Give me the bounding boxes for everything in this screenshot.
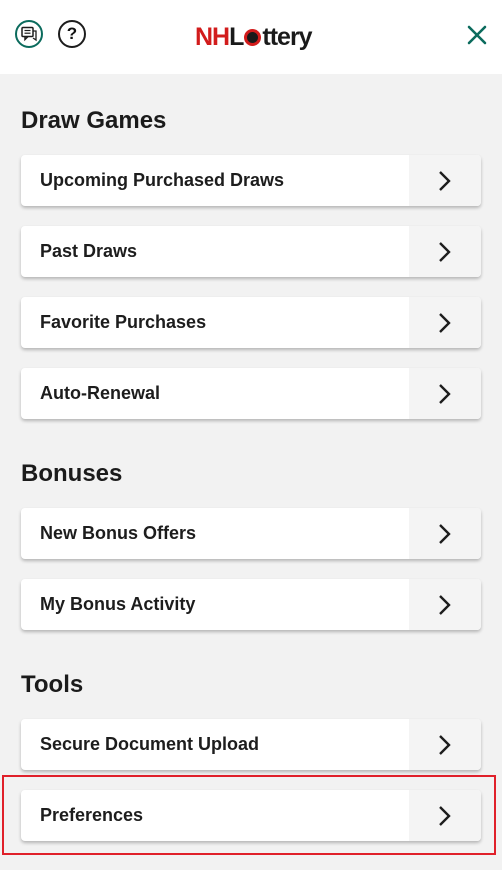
help-icon: ? (66, 24, 78, 43)
chevron-right-icon (409, 155, 481, 206)
menu-item-past-draws[interactable]: Past Draws (21, 226, 481, 277)
menu-item-favorite-purchases[interactable]: Favorite Purchases (21, 297, 481, 348)
menu-item-my-bonus-activity[interactable]: My Bonus Activity (21, 579, 481, 630)
menu-item-new-bonus-offers[interactable]: New Bonus Offers (21, 508, 481, 559)
chevron-right-icon (409, 297, 481, 348)
help-button[interactable]: ? (58, 20, 86, 48)
section-title-bonuses: Bonuses (21, 460, 123, 487)
menu-item-label: Favorite Purchases (40, 312, 207, 332)
menu-item-label: Upcoming Purchased Draws (40, 170, 285, 190)
header: ? NH L ttery (0, 0, 502, 74)
chevron-right-icon (409, 719, 481, 770)
chat-icon (21, 26, 37, 42)
menu-item-label: Secure Document Upload (40, 734, 260, 754)
menu-item-label: Auto-Renewal (40, 383, 161, 403)
chevron-right-icon (409, 368, 481, 419)
chevron-right-icon (409, 579, 481, 630)
preferences-highlight-box (2, 775, 496, 855)
menu-item-label: Past Draws (40, 241, 138, 261)
chevron-right-icon (409, 226, 481, 277)
menu-item-label: New Bonus Offers (40, 523, 197, 543)
menu-item-label: My Bonus Activity (40, 594, 196, 614)
menu-item-upcoming-purchased-draws[interactable]: Upcoming Purchased Draws (21, 155, 481, 206)
section-title-draw-games: Draw Games (21, 107, 167, 134)
close-icon[interactable] (466, 24, 488, 46)
section-title-tools: Tools (21, 671, 84, 698)
chevron-right-icon (409, 508, 481, 559)
menu-item-secure-document-upload[interactable]: Secure Document Upload (21, 719, 481, 770)
chat-button[interactable] (15, 20, 43, 48)
nh-lottery-logo: NH L ttery (195, 22, 313, 51)
menu-item-auto-renewal[interactable]: Auto-Renewal (21, 368, 481, 419)
logo-ball-icon (244, 28, 262, 46)
